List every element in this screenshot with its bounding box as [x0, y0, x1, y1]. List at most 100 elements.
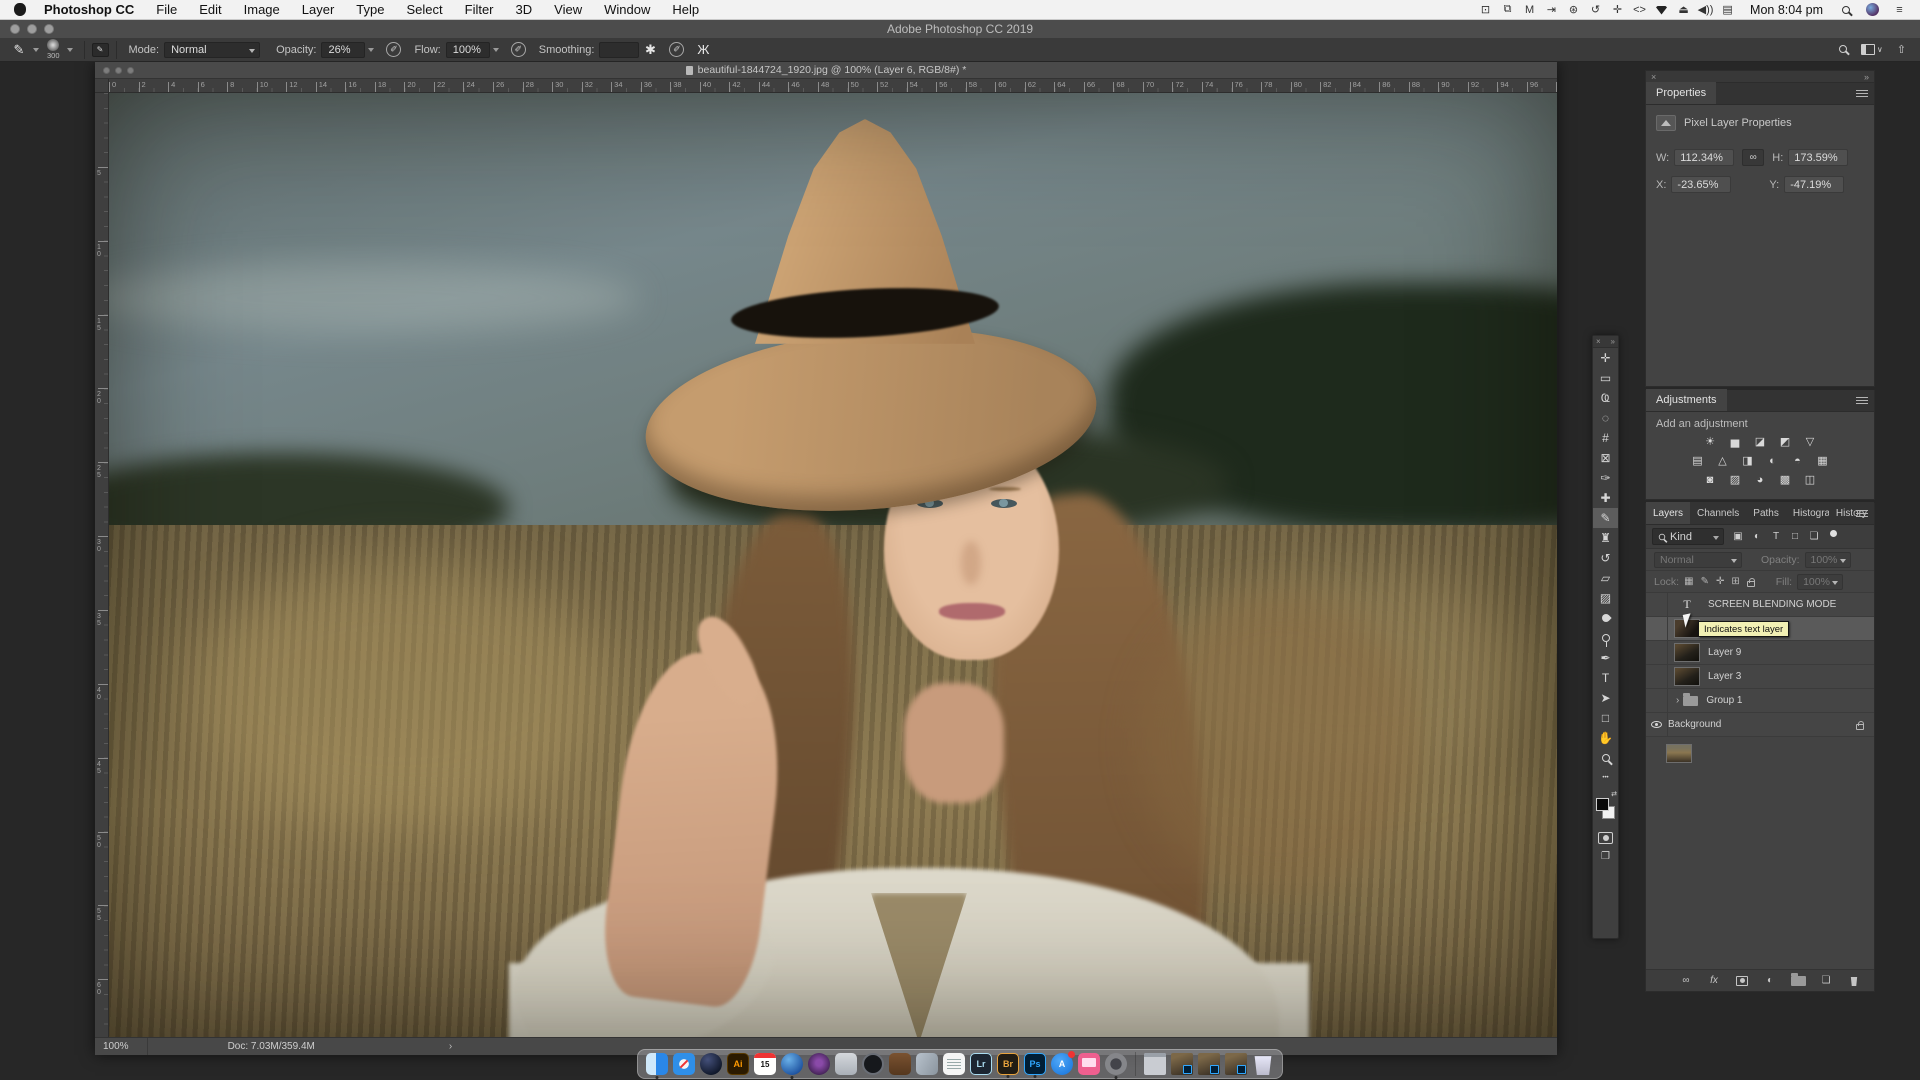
horizontal-ruler[interactable]: 0246810121416182022242628303234363840424… [109, 79, 1557, 93]
marquee-tool[interactable]: ▭ [1593, 368, 1618, 388]
crop-tool[interactable]: # [1593, 428, 1618, 448]
quick-selection-tool[interactable]: ◌ [1593, 408, 1618, 428]
menu-item-view[interactable]: View [554, 2, 582, 17]
time-machine-icon[interactable]: ↺ [1587, 3, 1604, 17]
doc-close-button[interactable] [103, 67, 110, 74]
zoom-tool[interactable] [1593, 748, 1618, 768]
channel-mixer-icon[interactable]: ◓ [1790, 454, 1806, 467]
filter-type-icon[interactable]: T [1768, 529, 1784, 544]
media-app-icon[interactable] [1105, 1053, 1127, 1075]
video-app-icon[interactable] [808, 1053, 830, 1075]
eraser-tool[interactable]: ▱ [1593, 568, 1618, 588]
layer-name[interactable]: Layer 3 [1708, 671, 1741, 682]
lightroom-icon[interactable]: Lr [970, 1053, 992, 1075]
layer-name[interactable]: Background [1668, 719, 1721, 730]
trash-icon[interactable] [1252, 1053, 1274, 1075]
gray-app-icon[interactable] [835, 1053, 857, 1075]
filter-shape-icon[interactable]: □ [1787, 529, 1803, 544]
canvas[interactable] [109, 93, 1557, 1037]
layer-row-layer-9[interactable]: Layer 9 [1646, 641, 1874, 665]
spotlight-icon[interactable] [1837, 3, 1854, 17]
menu-item-select[interactable]: Select [406, 2, 442, 17]
lock-transparency-icon[interactable]: ▦ [1684, 576, 1693, 587]
new-group-icon[interactable] [1790, 976, 1806, 986]
foreground-color-swatch[interactable] [1596, 798, 1609, 811]
menu-item-edit[interactable]: Edit [199, 2, 221, 17]
layer-name[interactable]: Layer 9 [1708, 647, 1741, 658]
workspace-switcher[interactable]: ∨ [1861, 44, 1883, 55]
menu-item-image[interactable]: Image [244, 2, 280, 17]
doc-thumb-icon[interactable] [1198, 1053, 1220, 1075]
filter-adjustment-icon[interactable]: ◐ [1749, 529, 1765, 544]
delete-layer-icon[interactable] [1846, 975, 1862, 986]
volume-icon[interactable]: ◀)) [1697, 3, 1714, 17]
paint-symmetry-icon[interactable]: Ж [692, 41, 714, 59]
height-field[interactable]: 173.59% [1788, 149, 1848, 166]
width-field[interactable]: 112.34% [1674, 149, 1734, 166]
vertical-ruler[interactable]: 51 01 52 02 53 03 54 04 55 05 56 0 [95, 93, 109, 1037]
lock-all-icon[interactable] [1747, 581, 1755, 587]
layer-name[interactable]: Group 1 [1706, 695, 1742, 706]
frame-tool[interactable]: ⊠ [1593, 448, 1618, 468]
layers-panel-menu-icon[interactable] [1856, 510, 1868, 518]
menu-bar-clock[interactable]: Mon 8:04 pm [1746, 3, 1827, 17]
hand-tool[interactable]: ✋ [1593, 728, 1618, 748]
pink-display-icon[interactable] [1078, 1053, 1100, 1075]
filter-image-icon[interactable]: ▣ [1730, 529, 1746, 544]
type-tool[interactable]: T [1593, 668, 1618, 688]
layer-mask-icon[interactable] [1734, 976, 1750, 986]
blue-globe-icon[interactable] [781, 1053, 803, 1075]
tools-collapse-icon[interactable]: » [1611, 337, 1615, 346]
book-app-icon[interactable] [889, 1053, 911, 1075]
glass-app-icon[interactable] [916, 1053, 938, 1075]
input-source-icon[interactable]: ▤ [1719, 3, 1736, 17]
screen-mirroring-icon[interactable]: ⊡ [1477, 3, 1494, 17]
doc-size-info[interactable]: Doc: 7.03M/359.4M [148, 1041, 329, 1052]
black-white-icon[interactable]: ◨ [1740, 454, 1756, 467]
layer-style-icon[interactable]: fx [1706, 975, 1722, 986]
blend-mode-select[interactable]: Normal [164, 42, 260, 58]
new-layer-icon[interactable]: ❏ [1818, 975, 1834, 986]
menu-item-photoshop-cc[interactable]: Photoshop CC [44, 2, 134, 17]
illustrator-icon[interactable]: Ai [727, 1053, 749, 1075]
layer-blend-mode-select[interactable]: Normal [1654, 552, 1742, 568]
hue-saturation-icon[interactable]: ▤ [1690, 454, 1706, 467]
spot-healing-tool[interactable]: ✚ [1593, 488, 1618, 508]
brush-tool[interactable]: ✎ [1593, 508, 1618, 528]
minimized-window-icon[interactable] [1144, 1053, 1166, 1075]
finder-icon[interactable] [646, 1053, 668, 1075]
brush-picker-dropdown[interactable] [65, 42, 77, 58]
threshold-icon[interactable]: ◕ [1752, 473, 1768, 486]
doc-minimize-button[interactable] [115, 67, 122, 74]
history-brush-tool[interactable]: ↺ [1593, 548, 1618, 568]
menu-item-window[interactable]: Window [604, 2, 650, 17]
visibility-toggle[interactable] [1646, 665, 1668, 689]
smoothing-options-gear-icon[interactable]: ✱ [639, 41, 661, 59]
textedit-icon[interactable] [943, 1053, 965, 1075]
brush-preset-picker[interactable]: 300 [47, 39, 60, 60]
photo-filter-icon[interactable]: ◐ [1765, 454, 1781, 467]
color-balance-icon[interactable]: △ [1715, 454, 1731, 467]
pressure-size-icon[interactable]: ✐ [669, 42, 684, 57]
shutter-app-icon[interactable] [862, 1053, 884, 1075]
zoom-window-button[interactable] [44, 24, 54, 34]
y-field[interactable]: -47.19% [1784, 176, 1844, 193]
menu-item-3d[interactable]: 3D [516, 2, 533, 17]
sidecar-icon[interactable]: ⇥ [1543, 3, 1560, 17]
link-dimensions-icon[interactable]: ∞ [1742, 149, 1764, 166]
shape-tool[interactable]: □ [1593, 708, 1618, 728]
gradient-map-icon[interactable]: ▩ [1777, 473, 1793, 486]
menu-item-file[interactable]: File [156, 2, 177, 17]
doc-thumb-icon[interactable] [1171, 1053, 1193, 1075]
minimize-window-button[interactable] [27, 24, 37, 34]
opacity-dropdown[interactable] [366, 42, 378, 58]
visibility-toggle[interactable] [1646, 641, 1668, 665]
panel-close-icon[interactable]: × [1651, 72, 1656, 82]
panel-collapse-icon[interactable]: » [1864, 72, 1869, 82]
lock-position-icon[interactable]: ✛ [1716, 576, 1724, 587]
siri-icon[interactable] [1864, 3, 1881, 17]
edit-toolbar-icon[interactable]: ••• [1593, 768, 1618, 788]
airbrush-icon[interactable]: ✐ [511, 42, 526, 57]
close-window-button[interactable] [10, 24, 20, 34]
brightness-contrast-icon[interactable]: ☀ [1702, 435, 1718, 448]
